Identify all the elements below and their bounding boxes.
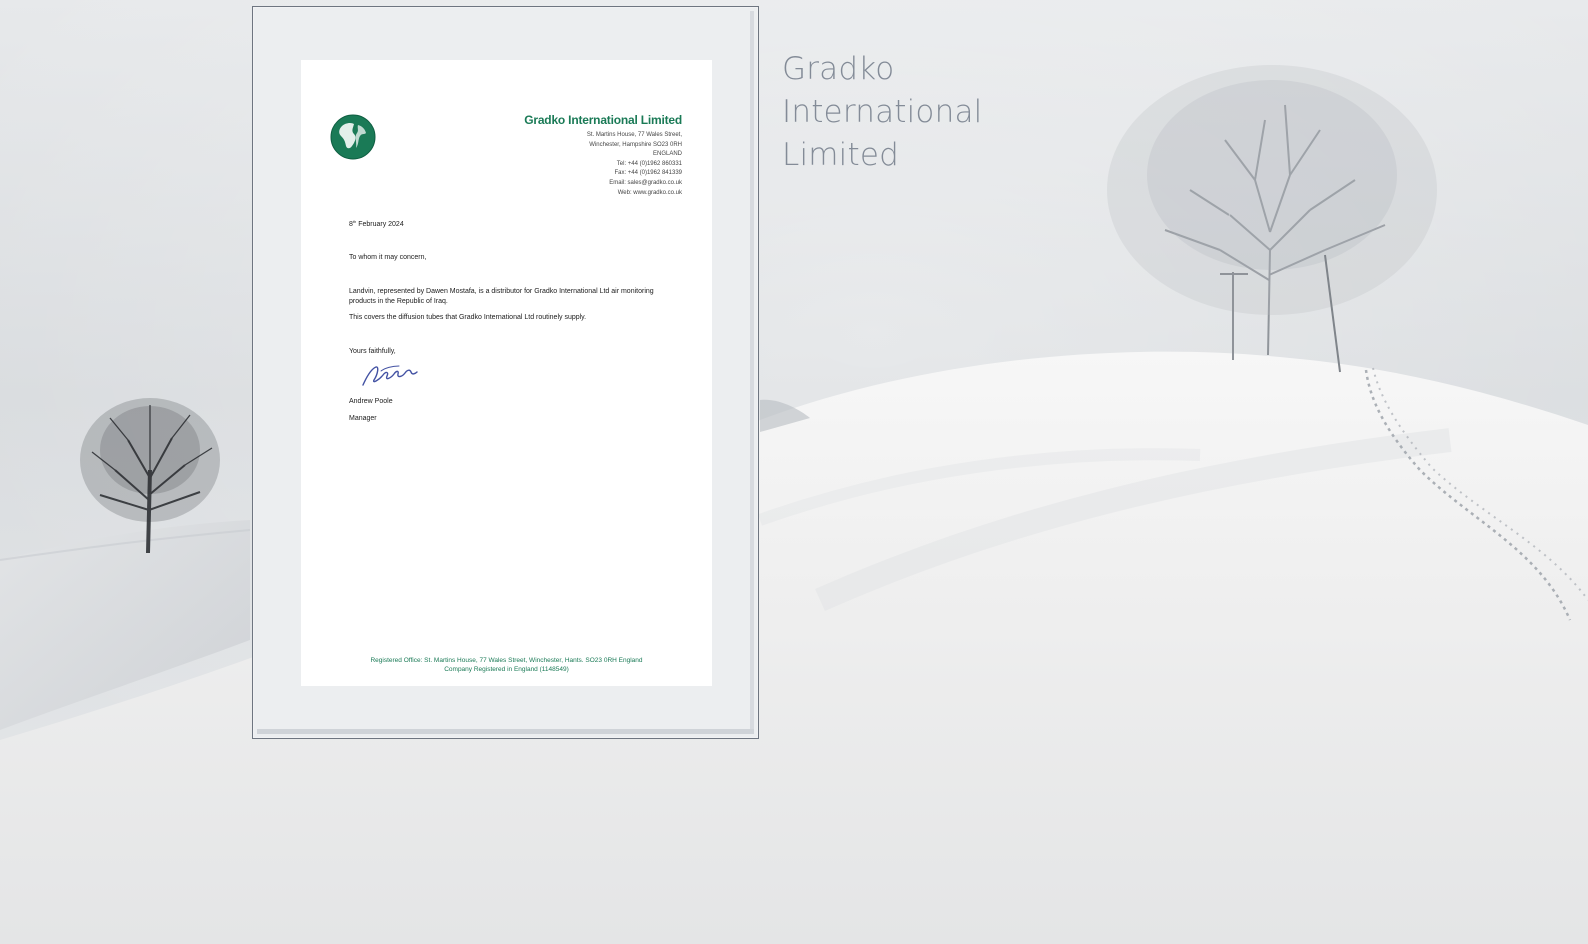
letter-paragraph: This covers the diffusion tubes that Gra… — [349, 314, 587, 321]
company-name: Gradko International Limited — [524, 113, 682, 127]
letter-closing: Yours faithfully, — [349, 348, 396, 355]
frame-right-shadow — [750, 11, 754, 734]
footer-registered-office: Registered Office: St. Martins House, 77… — [370, 657, 643, 664]
signer-title: Manager — [349, 415, 377, 422]
title-line-1: Gradko — [782, 51, 895, 87]
date-month-year: February 2024 — [356, 221, 404, 228]
globe-icon — [330, 114, 376, 160]
address-line: Fax: +44 (0)1962 841339 — [614, 170, 682, 177]
page: Gradko International Limited St. Martins… — [0, 0, 1588, 944]
signer-name: Andrew Poole — [349, 398, 393, 405]
letter-footer: Registered Office: St. Martins House, 77… — [301, 657, 712, 674]
address-line: Tel: +44 (0)1962 860331 — [616, 160, 682, 167]
letter-greeting: To whom it may concern, — [349, 254, 427, 261]
letter-paragraph: Landvin, represented by Dawen Mostafa, i… — [349, 288, 654, 305]
address-line: St. Martins House, 77 Wales Street, — [586, 132, 682, 138]
title-line-2: International — [782, 94, 983, 130]
address-line: Email: sales@gradko.co.uk — [609, 179, 682, 186]
page-title: Gradko International Limited — [782, 48, 1042, 177]
letter-date: 8th February 2024 — [349, 217, 659, 230]
signature-icon — [362, 365, 418, 386]
letter-page: Gradko International Limited St. Martins… — [301, 60, 712, 686]
footer-company-registration: Company Registered in England (1148549) — [444, 665, 569, 673]
address-line: Web: www.gradko.co.uk — [617, 189, 682, 196]
address-line: ENGLAND — [652, 151, 682, 158]
company-header: Gradko International Limited St. Martins… — [512, 113, 682, 198]
title-line-3: Limited — [782, 137, 899, 173]
address-line: Winchester, Hampshire SO23 0RH — [589, 141, 682, 148]
document-frame: Gradko International Limited St. Martins… — [252, 6, 759, 739]
frame-bottom-shadow — [257, 729, 754, 734]
